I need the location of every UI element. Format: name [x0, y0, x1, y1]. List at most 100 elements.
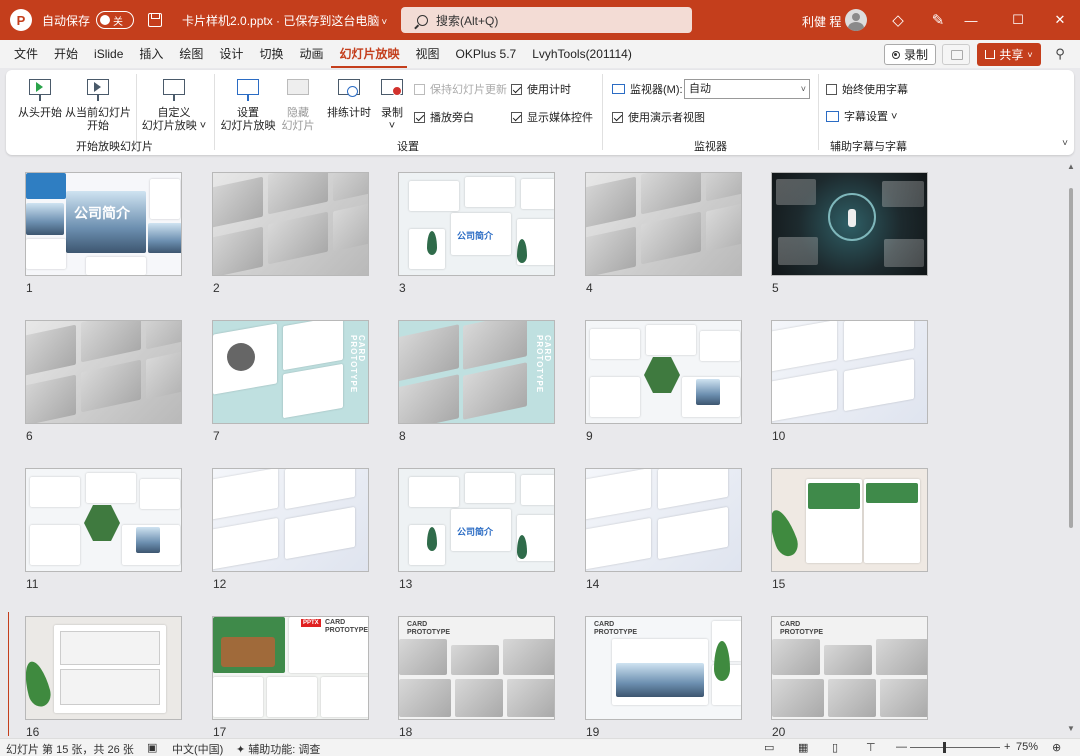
- tab-slide-show[interactable]: 幻灯片放映: [331, 40, 408, 68]
- vertical-scrollbar[interactable]: ▲ ▼: [1064, 158, 1078, 738]
- record-slideshow-button[interactable]: 录制 ˅: [374, 76, 410, 133]
- slide-thumbnail[interactable]: [585, 320, 742, 424]
- checkbox-label: 始终使用字幕: [842, 84, 908, 96]
- from-current-slide-button[interactable]: 从当前幻灯片 开始: [64, 76, 132, 133]
- tab-home[interactable]: 开始: [46, 40, 86, 68]
- slide-thumbnail[interactable]: 公司简介: [398, 172, 555, 276]
- scroll-up-icon[interactable]: ▲: [1067, 162, 1075, 171]
- slide-number: 1: [26, 281, 33, 295]
- scroll-down-icon[interactable]: ▼: [1067, 724, 1075, 733]
- chevron-down-icon: ˅: [1027, 49, 1033, 60]
- slide-thumbnail[interactable]: [212, 468, 369, 572]
- presenter-view-checkbox[interactable]: 使用演示者视图: [612, 109, 705, 125]
- setup-slideshow-icon: [234, 76, 262, 104]
- setup-slideshow-label-1: 设置: [237, 107, 259, 119]
- tab-file[interactable]: 文件: [6, 40, 46, 68]
- slide-thumbnail[interactable]: [585, 172, 742, 276]
- tab-animations[interactable]: 动画: [291, 40, 331, 68]
- keep-slides-updated-checkbox[interactable]: 保持幻灯片更新: [414, 81, 507, 97]
- zoom-out-button[interactable]: —: [896, 741, 907, 753]
- record-slideshow-icon: [378, 76, 406, 104]
- slide-thumbnail[interactable]: 公司简介: [398, 468, 555, 572]
- zoom-percent[interactable]: 75%: [1016, 741, 1038, 753]
- slide-thumbnail[interactable]: PPTX CARD PROTOTYPE: [212, 616, 369, 720]
- custom-slideshow-icon: [160, 76, 188, 104]
- ribbon-collapse-icon[interactable]: ˅: [1062, 138, 1068, 149]
- slideshow-view-icon[interactable]: ⊤: [866, 741, 876, 754]
- tab-design[interactable]: 设计: [211, 40, 251, 68]
- slide-number: 5: [772, 281, 779, 295]
- slide-thumbnail[interactable]: [771, 320, 928, 424]
- slide-sorter-view-icon[interactable]: ▦: [798, 741, 808, 754]
- zoom-in-button[interactable]: +: [1004, 741, 1010, 753]
- tab-islide[interactable]: iSlide: [86, 40, 131, 68]
- slide-thumbnail[interactable]: CARD PROTOTYPE: [398, 616, 555, 720]
- slide-thumbnail[interactable]: [585, 468, 742, 572]
- share-icon: [985, 50, 996, 59]
- show-media-controls-checkbox[interactable]: 显示媒体控件: [511, 109, 593, 125]
- slide-thumbnail[interactable]: CARD PROTOTYPE: [771, 616, 928, 720]
- monitor-select[interactable]: 自动 ˅: [684, 79, 810, 99]
- slide-thumbnail[interactable]: [212, 172, 369, 276]
- from-beginning-button[interactable]: 从头开始: [14, 76, 66, 120]
- scroll-thumb[interactable]: [1069, 188, 1073, 528]
- fit-to-window-icon[interactable]: ⊕: [1052, 741, 1061, 754]
- checkbox-label: 使用演示者视图: [628, 112, 705, 124]
- slide-thumbnail[interactable]: [25, 320, 182, 424]
- card-tag-1: CARD: [407, 621, 428, 628]
- normal-view-icon[interactable]: ▭: [764, 741, 774, 754]
- spellcheck-icon[interactable]: ▣: [147, 741, 157, 754]
- always-subtitles-checkbox[interactable]: 始终使用字幕: [826, 81, 908, 97]
- setup-slideshow-button[interactable]: 设置 幻灯片放映: [220, 76, 276, 133]
- slide-tile: [616, 663, 704, 697]
- slide-thumbnail[interactable]: [771, 468, 928, 572]
- record-button[interactable]: 录制: [884, 44, 936, 65]
- slide-tile: [321, 677, 368, 717]
- feedback-icon[interactable]: ⚲: [1051, 45, 1069, 63]
- search-input[interactable]: 搜索(Alt+Q): [401, 7, 692, 33]
- card-prototype-text: CARD PROTOTYPE: [349, 335, 366, 394]
- slide-thumbnail[interactable]: CARD PROTOTYPE: [212, 320, 369, 424]
- checkbox-box: [511, 111, 522, 123]
- slide-thumbnail[interactable]: [25, 468, 182, 572]
- tab-insert[interactable]: 插入: [131, 40, 171, 68]
- tab-lvyhtools[interactable]: LvyhTools(201114): [524, 40, 640, 68]
- tab-okplus[interactable]: OKPlus 5.7: [448, 40, 525, 68]
- autosave-label: 自动保存: [42, 13, 91, 28]
- card-tag-2: PROTOTYPE: [407, 629, 451, 636]
- language-status[interactable]: 中文(中国): [172, 741, 223, 756]
- document-title[interactable]: 卡片样机2.0.pptx · 已保存到这台电脑 ˅: [182, 12, 387, 29]
- comment-button[interactable]: [942, 44, 970, 65]
- share-button[interactable]: 共享 ˅: [977, 43, 1041, 66]
- diamond-icon[interactable]: ◇: [888, 10, 908, 30]
- accessibility-status[interactable]: ✦ 辅助功能: 调查: [236, 741, 320, 756]
- slide-thumbnail[interactable]: CARD PROTOTYPE: [585, 616, 742, 720]
- close-button[interactable]: ✕: [1050, 10, 1070, 30]
- save-icon[interactable]: [148, 13, 163, 27]
- slide-thumbnail[interactable]: CARD PROTOTYPE: [398, 320, 555, 424]
- custom-slideshow-button[interactable]: 自定义 幻灯片放映 ˅: [140, 76, 208, 133]
- tab-view[interactable]: 视图: [407, 40, 447, 68]
- minimize-button[interactable]: —: [961, 10, 981, 30]
- avatar[interactable]: [845, 9, 867, 31]
- tab-transitions[interactable]: 切换: [251, 40, 291, 68]
- use-timings-checkbox[interactable]: 使用计时: [511, 81, 571, 97]
- zoom-slider-thumb[interactable]: [943, 742, 946, 753]
- zoom-slider-track[interactable]: [910, 747, 1000, 748]
- play-narrations-checkbox[interactable]: 播放旁白: [414, 109, 474, 125]
- rehearse-timings-button[interactable]: 排练计时: [324, 76, 374, 120]
- hide-slide-button[interactable]: 隐藏 幻灯片: [278, 76, 318, 133]
- card-tag-1: CARD: [780, 621, 801, 628]
- slide-thumbnail[interactable]: [771, 172, 928, 276]
- slide-count-status: 幻灯片 第 15 张，共 26 张: [6, 744, 134, 756]
- reading-view-icon[interactable]: ▯: [832, 741, 838, 754]
- subtitle-settings-button[interactable]: 字幕设置 ˅: [826, 108, 897, 124]
- slide-thumbnail[interactable]: [25, 616, 182, 720]
- maximize-button[interactable]: ☐: [1008, 10, 1028, 30]
- pen-icon[interactable]: ✎: [928, 10, 948, 30]
- autosave-toggle[interactable]: 关: [96, 11, 135, 29]
- slide-thumbnail[interactable]: 公司简介: [25, 172, 182, 276]
- slide-number: 7: [213, 429, 220, 443]
- tab-draw[interactable]: 绘图: [171, 40, 211, 68]
- user-name[interactable]: 利健 程: [802, 13, 841, 30]
